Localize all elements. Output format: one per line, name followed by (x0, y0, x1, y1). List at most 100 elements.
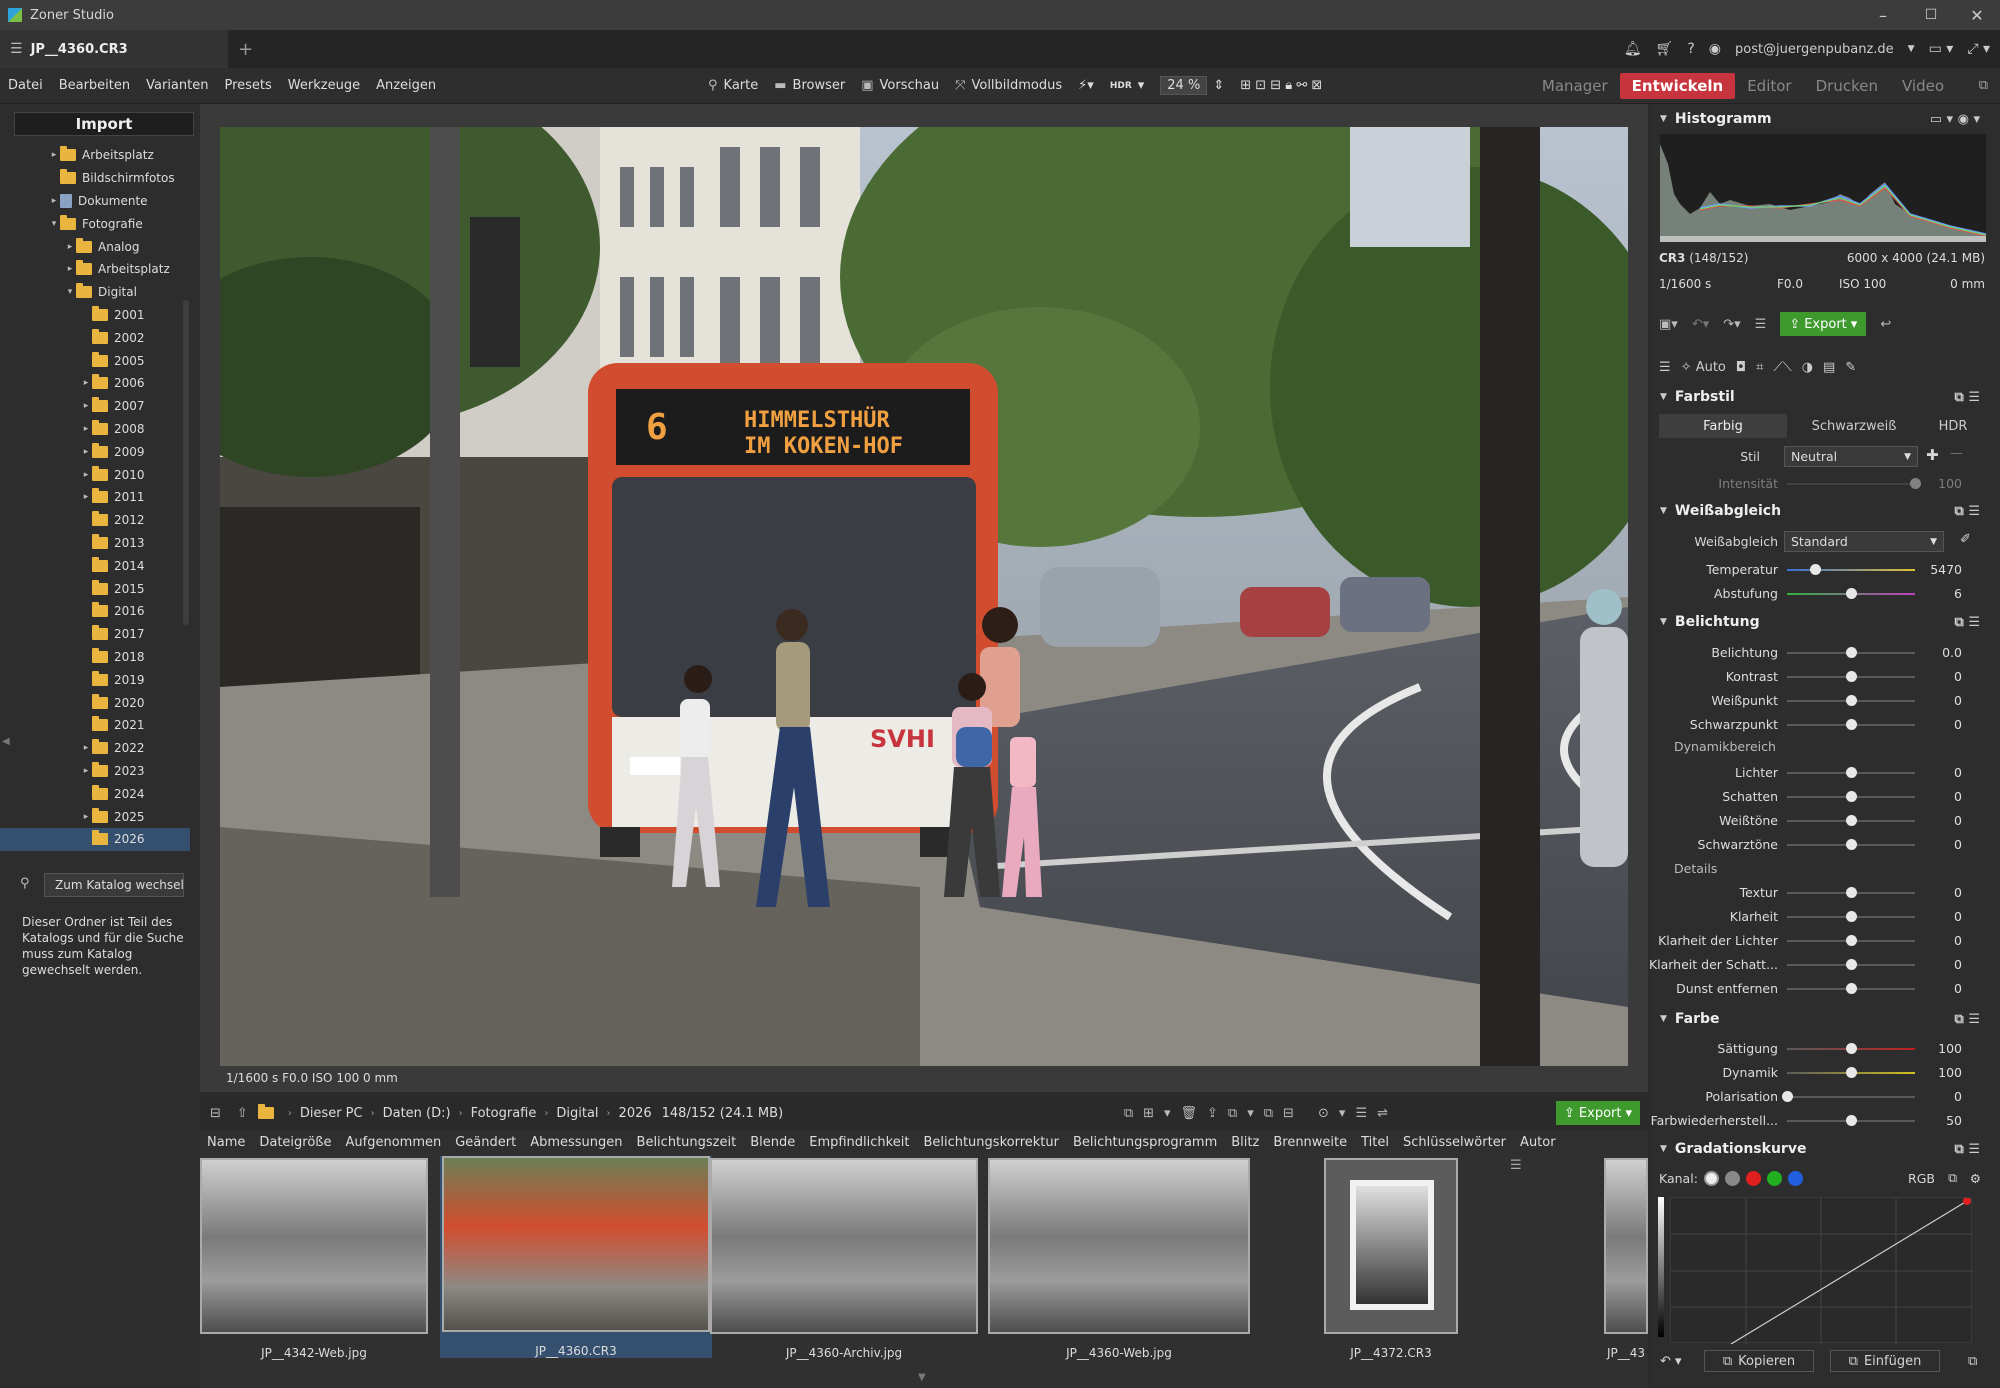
folder-tree-item[interactable]: Bildschirmfotos (0, 167, 190, 190)
folder-tree-item[interactable]: ▸ Analog (0, 235, 190, 258)
image-options-icon[interactable]: ▣▾ (1659, 317, 1678, 332)
collapse-filmstrip-icon[interactable]: ▼ (918, 1372, 926, 1383)
slider-value[interactable]: 0.0 (1942, 645, 1962, 660)
slider-schwarztöne[interactable]: Schwarztöne 0 (1660, 834, 1990, 856)
folder-tree-item[interactable]: 2018 (0, 646, 190, 669)
tab-schwarzweiss[interactable]: Schwarzweiß (1787, 414, 1921, 438)
minimize-button[interactable]: – (1860, 0, 1906, 30)
column-header[interactable]: Name (200, 1135, 252, 1150)
expand-arrow-icon[interactable]: ▸ (48, 150, 60, 160)
menu-item[interactable]: Bearbeiten (51, 78, 138, 93)
slider-temperatur[interactable]: Temperatur 5470 (1660, 559, 1990, 581)
slider-knob[interactable] (1846, 839, 1857, 850)
slider-knob[interactable] (1846, 671, 1857, 682)
slider-knob[interactable] (1846, 983, 1857, 994)
column-header[interactable]: Belichtungskorrektur (916, 1135, 1066, 1150)
section-menu-icons[interactable]: ⧉ ☰ (1955, 615, 1980, 630)
adjust-icon[interactable]: ☰ (1755, 317, 1767, 332)
column-header[interactable]: Dateigröße (252, 1135, 338, 1150)
folder-tree-item[interactable]: ▸ 2022 (0, 737, 190, 760)
folder-tree-item[interactable]: 2014 (0, 554, 190, 577)
column-header[interactable]: Belichtungszeit (630, 1135, 744, 1150)
slider-dynamik[interactable]: Dynamik 100 (1660, 1062, 1990, 1084)
tab-farbig[interactable]: Farbig (1659, 414, 1787, 438)
external-link-icon[interactable]: ⧉ (1979, 78, 1988, 93)
slider-value[interactable]: 0 (1954, 1089, 1962, 1104)
slider-farbwiederherstell[interactable]: Farbwiederherstell... 50 (1651, 1110, 1990, 1132)
slider-value[interactable]: 0 (1954, 669, 1962, 684)
slider-knob[interactable] (1846, 791, 1857, 802)
menu-item[interactable]: Anzeigen (368, 78, 444, 93)
folder-tree-item[interactable]: 2015 (0, 577, 190, 600)
slider-klarheit-der-schatt[interactable]: Klarheit der Schatt... 0 (1649, 954, 1990, 976)
gear-icon[interactable]: ⚙ (1970, 1171, 1981, 1186)
tree-scrollbar[interactable] (183, 300, 189, 625)
slider-value[interactable]: 0 (1954, 813, 1962, 828)
main-photo[interactable]: 6 HIMMELSTHÜR IM KOKEN-HOF SVHI (220, 127, 1628, 1066)
slider-schatten[interactable]: Schatten 0 (1660, 786, 1990, 808)
slider-value[interactable]: 0 (1954, 693, 1962, 708)
stil-select[interactable]: Neutral ▼ (1784, 446, 1918, 467)
expand-arrow-icon[interactable]: ▸ (80, 470, 92, 480)
bell-icon[interactable]: 🔔︎ (1624, 41, 1642, 57)
remove-style-icon[interactable]: — (1950, 446, 1963, 461)
thumbnail[interactable]: JP__4342-Web.jpg (200, 1158, 428, 1360)
folder-tree-item[interactable]: 2024 (0, 782, 190, 805)
farbstil-header[interactable]: ▼ Farbstil ⧉ ☰ (1660, 386, 1980, 408)
reset-icon[interactable]: ↶ ▾ (1660, 1354, 1682, 1369)
expand-arrow-icon[interactable]: ▸ (64, 264, 76, 274)
folder-tree-item[interactable]: 2001 (0, 304, 190, 327)
slider-belichtung[interactable]: Belichtung 0.0 (1660, 642, 1990, 664)
slider-abstufung[interactable]: Abstufung 6 (1660, 583, 1990, 605)
camera-icon[interactable]: ◘ (1736, 360, 1746, 375)
gradient-icon[interactable]: ▤ (1823, 360, 1835, 375)
slider-knob[interactable] (1846, 1067, 1857, 1078)
browser-export-button[interactable]: ⇪ Export ▾ (1556, 1101, 1640, 1125)
folder-tree-item[interactable]: 2026 (0, 827, 190, 851)
slider-knob[interactable] (1846, 1115, 1857, 1126)
zoom-tools-icons[interactable]: ⊞ ⊡ ⊟ 🔒︎ ⚯ ⊠ (1232, 78, 1330, 93)
slider-kontrast[interactable]: Kontrast 0 (1660, 666, 1990, 688)
slider-value[interactable]: 100 (1938, 1041, 1962, 1056)
slider-value[interactable]: 0 (1954, 765, 1962, 780)
slider-knob[interactable] (1846, 1043, 1857, 1054)
column-header[interactable]: Blitz (1224, 1135, 1266, 1150)
slider-value[interactable]: 6 (1954, 586, 1962, 601)
breadcrumb-item[interactable]: Daten (D:) (383, 1106, 451, 1121)
channel-white-button[interactable] (1703, 1170, 1719, 1186)
slider-knob[interactable] (1846, 815, 1857, 826)
slider-knob[interactable] (1846, 887, 1857, 898)
fullscreen-mode-button[interactable]: ⤧ Vollbildmodus (947, 78, 1070, 93)
slider-weißtöne[interactable]: Weißtöne 0 (1660, 810, 1990, 832)
expand-arrow-icon[interactable]: ▸ (80, 401, 92, 411)
fullscreen-icon[interactable]: ⤢ ▾ (1967, 41, 1990, 57)
slider-value[interactable]: 0 (1954, 885, 1962, 900)
slider-value[interactable]: 0 (1954, 717, 1962, 732)
expand-arrow-icon[interactable]: ▸ (80, 378, 92, 388)
user-icon[interactable]: ◉ (1709, 41, 1721, 57)
slider-value[interactable]: 0 (1954, 789, 1962, 804)
document-tab[interactable]: ☰ JP__4360.CR3 (0, 30, 228, 68)
tab-hdr[interactable]: HDR (1921, 414, 1985, 438)
copy-curve-icon[interactable]: ⧉ (1948, 1170, 1957, 1186)
slider-value[interactable]: 5470 (1930, 562, 1962, 577)
belichtung-header[interactable]: ▼ Belichtung ⧉ ☰ (1660, 611, 1980, 633)
settings-sliders-icon[interactable]: ☰ (1659, 360, 1671, 375)
folder-tree-item[interactable]: ▸ Arbeitsplatz (0, 144, 190, 167)
panel-toggle-icon[interactable]: ⊟ (210, 1106, 221, 1121)
paste-settings-button[interactable]: ⧉ Einfügen (1830, 1350, 1940, 1372)
add-style-icon[interactable]: ✚ (1926, 446, 1939, 464)
folder-tree-item[interactable]: 2020 (0, 691, 190, 714)
slider-knob[interactable] (1846, 767, 1857, 778)
slider-value[interactable]: 50 (1946, 1113, 1962, 1128)
slider-knob[interactable] (1846, 959, 1857, 970)
auto-button[interactable]: ✧ Auto (1681, 360, 1726, 375)
folder-tree-item[interactable]: ▸ 2008 (0, 418, 190, 441)
channel-gray-button[interactable] (1724, 1170, 1740, 1186)
expand-arrow-icon[interactable]: ▸ (80, 424, 92, 434)
slider-klarheit-der-lichter[interactable]: Klarheit der Lichter 0 (1658, 930, 1990, 952)
paste-options-icon[interactable]: ⧉ (1968, 1354, 1977, 1369)
breadcrumb-item[interactable]: 2026 (619, 1106, 652, 1121)
preview-button[interactable]: ▣ Vorschau (853, 78, 947, 93)
folder-tree-item[interactable]: 2012 (0, 509, 190, 532)
